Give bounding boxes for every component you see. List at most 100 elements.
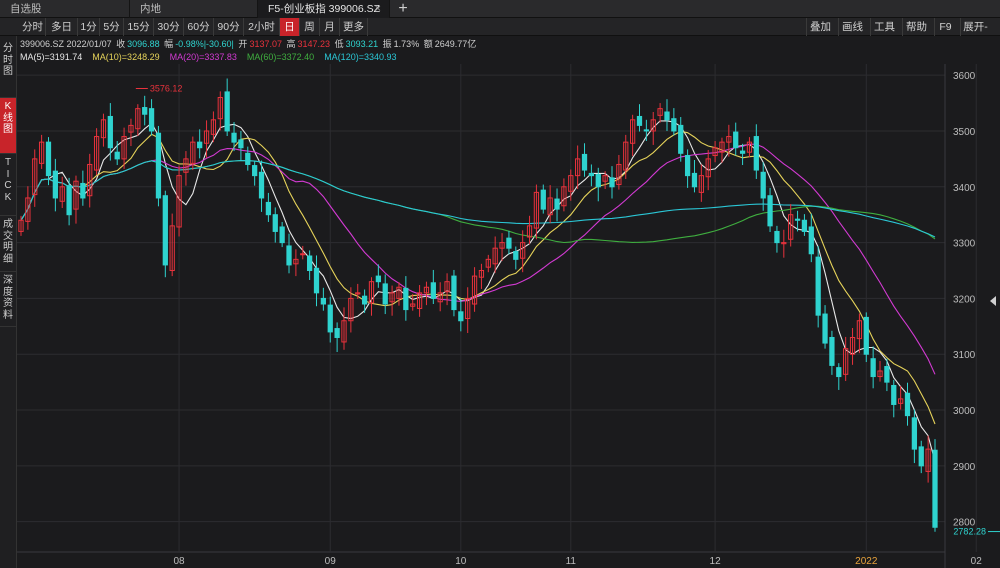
candle-body-19 xyxy=(148,108,155,132)
low-value: 3093.21 xyxy=(345,39,379,49)
tab-chinext-index[interactable]: F5-创业板指 399006.SZ × xyxy=(258,0,390,18)
candle-body-64 xyxy=(458,311,464,322)
period-button-7[interactable]: 90分 xyxy=(214,18,244,36)
view-sidebar: 分时图K线图TICK成交明细深度资料 xyxy=(0,36,17,568)
candle-body-91 xyxy=(643,129,649,132)
candle-body-71 xyxy=(506,237,512,249)
y-tick-label-6: 3400 xyxy=(953,183,976,194)
tool-button-1[interactable]: 画线 xyxy=(838,18,866,36)
candle-body-113 xyxy=(794,218,801,221)
candle-body-97 xyxy=(684,155,691,177)
period-button-12[interactable]: 更多 xyxy=(340,18,368,36)
x-tick-label-2: 10 xyxy=(455,556,467,567)
kline-chart[interactable]: 28002900300031003200330034003500360008 09… xyxy=(17,64,1000,568)
y-tick-label-7: 3500 xyxy=(953,127,976,138)
period-button-6[interactable]: 60分 xyxy=(184,18,214,36)
candle-body-34 xyxy=(252,165,258,177)
candle-body-127 xyxy=(891,384,897,405)
candle-body-104 xyxy=(733,131,739,149)
candle-body-50 xyxy=(361,295,368,305)
y-tick-label-1: 2900 xyxy=(953,462,976,473)
ma-label-1: MA(10)=3248.29 xyxy=(92,52,160,62)
expand-arrow-icon[interactable] xyxy=(990,296,996,306)
candle-body-117 xyxy=(822,313,828,344)
change-value: -0.98%|-30.60| xyxy=(175,39,234,49)
amplitude-value: 1.73% xyxy=(393,39,420,49)
candle-body-119 xyxy=(836,367,842,378)
candle-body-116 xyxy=(815,256,821,316)
candle-body-52 xyxy=(375,275,381,283)
candle-body-86 xyxy=(609,177,615,188)
period-button-4[interactable]: 15分 xyxy=(124,18,154,36)
ma-label-3: MA(60)=3372.40 xyxy=(246,52,315,62)
period-button-11[interactable]: 月 xyxy=(320,18,340,36)
y-tick-label-2: 3000 xyxy=(953,406,976,417)
candle-body-37 xyxy=(272,214,278,232)
candle-body-7 xyxy=(66,185,72,216)
period-button-9[interactable]: 日 xyxy=(280,18,300,36)
amount-value: 2649.77亿 xyxy=(434,39,477,49)
candle-body-13 xyxy=(107,115,113,149)
candle-body-35 xyxy=(258,171,265,199)
period-button-8[interactable]: 2小时 xyxy=(244,18,280,36)
x-tick-label-5: 2022 xyxy=(855,556,878,567)
x-tick-label-6: 02 xyxy=(971,556,983,567)
candle-body-26 xyxy=(197,141,203,149)
period-button-5[interactable]: 30分 xyxy=(154,18,184,36)
tool-button-5[interactable]: 展开- xyxy=(960,18,990,36)
side-tab-1[interactable]: K线图 xyxy=(0,98,16,154)
close-icon[interactable]: × xyxy=(375,0,381,18)
period-button-0[interactable]: 分时 xyxy=(20,18,46,36)
tab-mainland[interactable]: 内地 xyxy=(130,0,258,18)
tool-button-4[interactable]: F9 xyxy=(934,18,956,36)
ma-label-0: MA(5)=3191.74 xyxy=(20,52,83,62)
tab-watchlist[interactable]: 自选股 xyxy=(0,0,130,18)
period-button-3[interactable]: 5分 xyxy=(100,18,124,36)
side-tab-0[interactable]: 分时图 xyxy=(0,40,16,98)
side-tab-3[interactable]: 成交明细 xyxy=(0,216,16,272)
candle-body-90 xyxy=(636,115,643,126)
period-button-10[interactable]: 周 xyxy=(300,18,320,36)
candle-body-126 xyxy=(884,366,890,383)
ma-label-2: MA(20)=3337.83 xyxy=(169,52,237,62)
tool-button-0[interactable]: 叠加 xyxy=(806,18,834,36)
quote-info-line: 399006.SZ 2022/01/07 收 3096.88 幅 -0.98%|-3… xyxy=(20,37,478,49)
candle-body-5 xyxy=(52,170,58,199)
candle-body-98 xyxy=(691,172,698,188)
tab-bar: 自选股 内地 F5-创业板指 399006.SZ × + xyxy=(0,0,1000,18)
open-label: 开 xyxy=(238,39,248,49)
side-tab-4[interactable]: 深度资料 xyxy=(0,272,16,327)
candle-body-129 xyxy=(904,392,911,417)
candle-body-110 xyxy=(774,230,780,244)
candle-body-42 xyxy=(307,255,313,272)
candle-body-63 xyxy=(451,275,457,311)
x-tick-label-4: 12 xyxy=(710,556,722,567)
candle-body-53 xyxy=(382,283,388,305)
tab-chinext-label: F5-创业板指 399006.SZ xyxy=(268,3,381,15)
period-button-2[interactable]: 1分 xyxy=(78,18,100,36)
period-button-1[interactable]: 多日 xyxy=(46,18,78,36)
y-tick-label-3: 3100 xyxy=(953,350,976,361)
candle-body-45 xyxy=(327,304,333,333)
x-tick-label-1: 09 xyxy=(325,556,337,567)
candle-body-95 xyxy=(671,118,677,132)
tab-mainland-label: 内地 xyxy=(140,3,161,15)
candle-body-76 xyxy=(540,189,546,210)
candle-body-123 xyxy=(863,316,869,355)
candle-body-133 xyxy=(932,449,938,528)
tool-button-3[interactable]: 帮助 xyxy=(902,18,930,36)
ma-legend: MA(5)=3191.74 MA(10)=3248.29 MA(20)=3337.8… xyxy=(20,52,407,64)
candle-body-115 xyxy=(808,226,814,255)
candle-body-39 xyxy=(286,245,292,266)
new-tab-button[interactable]: + xyxy=(390,0,416,17)
amplitude-label: 振 xyxy=(382,39,392,49)
tool-button-2[interactable]: 工具 xyxy=(870,18,898,36)
amount-label: 额 xyxy=(423,39,433,49)
candle-body-96 xyxy=(678,124,684,154)
side-tab-2[interactable]: TICK xyxy=(0,154,16,216)
candle-body-60 xyxy=(430,282,436,299)
candle-body-9 xyxy=(80,182,86,199)
candle-body-131 xyxy=(918,446,924,467)
y-tick-label-8: 3600 xyxy=(953,71,976,82)
y-tick-label-4: 3200 xyxy=(953,294,976,305)
